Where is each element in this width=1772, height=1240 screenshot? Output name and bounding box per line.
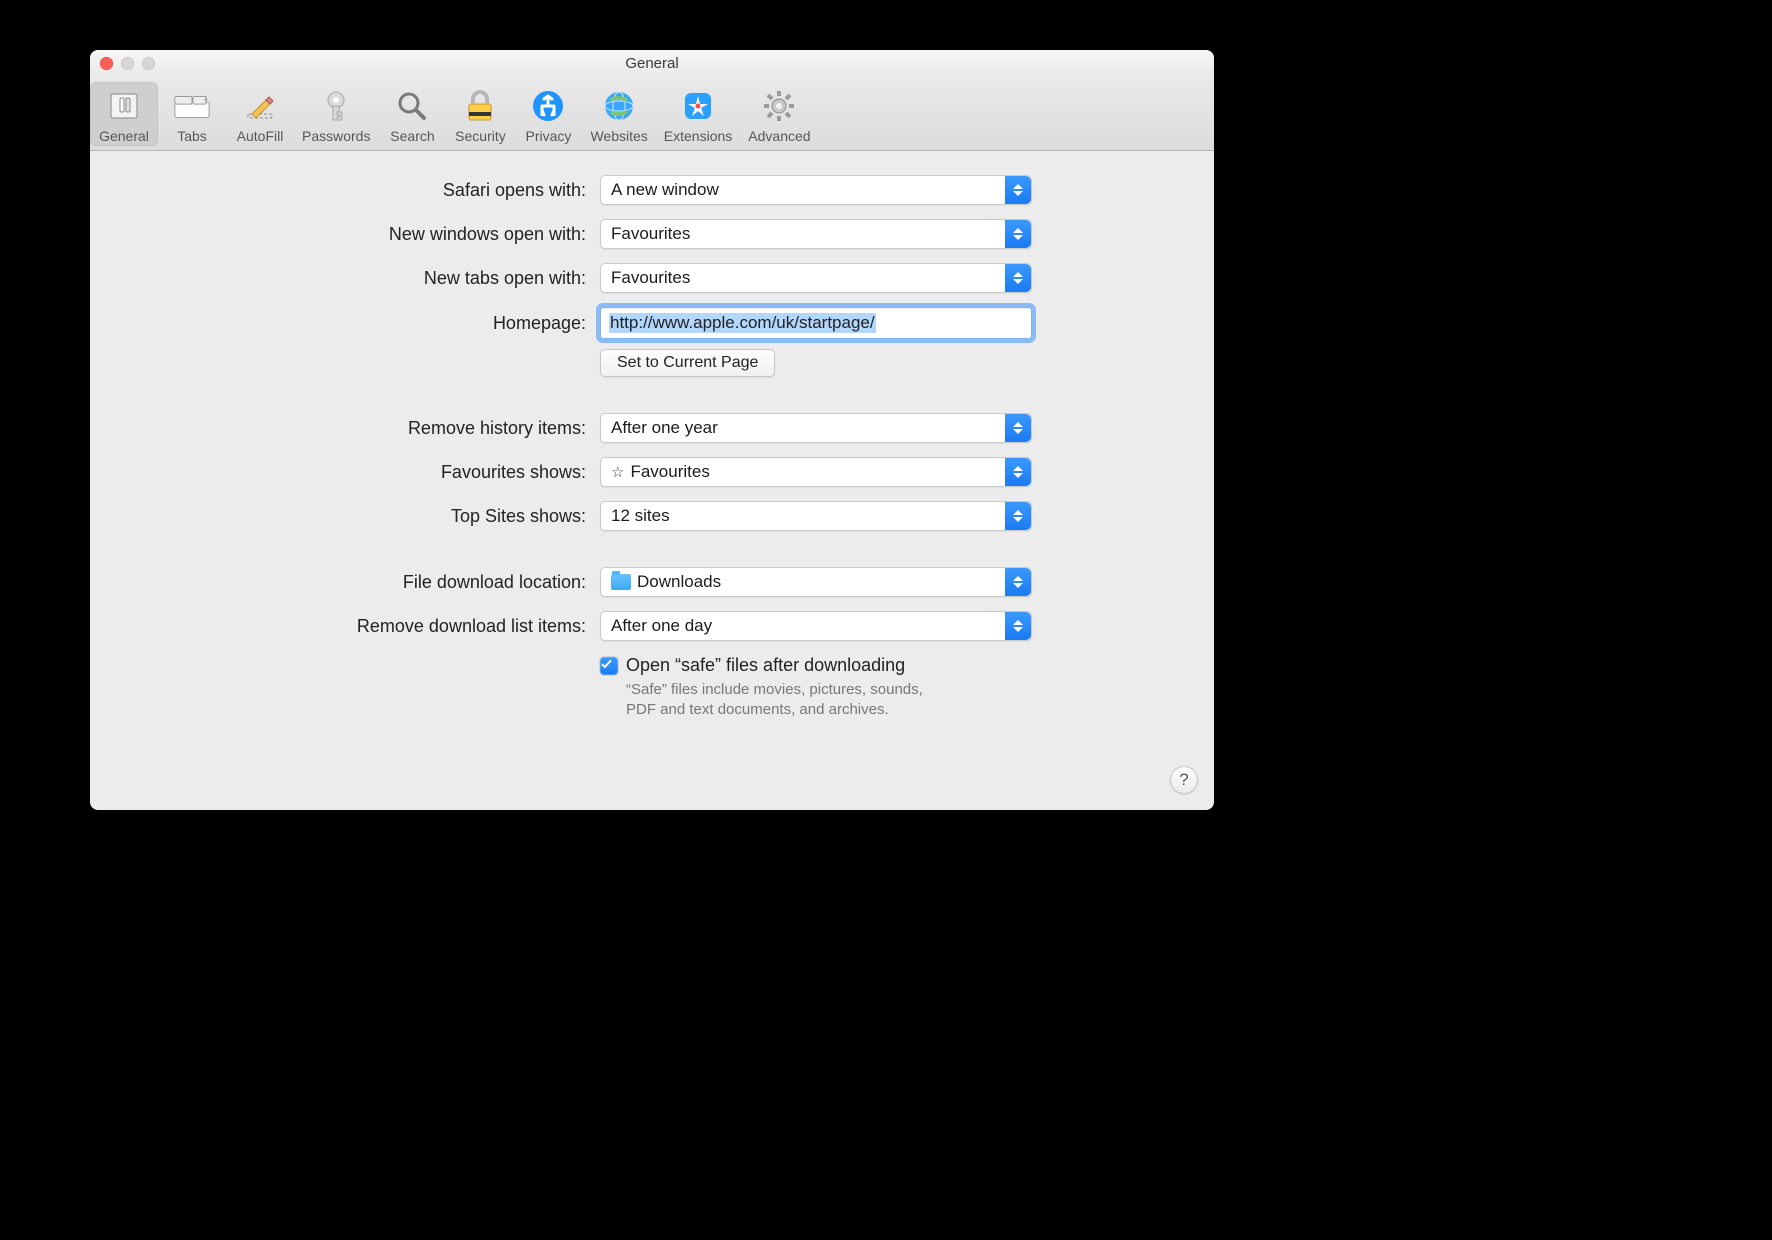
toolbar-tab-label: Passwords — [302, 128, 370, 144]
autofill-icon — [240, 86, 280, 126]
label-favourites-shows: Favourites shows: — [130, 462, 600, 483]
chevron-updown-icon — [1005, 176, 1031, 204]
toolbar-tab-label: General — [99, 128, 149, 144]
help-button[interactable]: ? — [1170, 766, 1198, 794]
popup-value: After one year — [611, 418, 718, 438]
chevron-updown-icon — [1005, 458, 1031, 486]
chevron-updown-icon — [1005, 414, 1031, 442]
popup-value: Favourites — [611, 224, 690, 244]
open-safe-files-description: “Safe” files include movies, pictures, s… — [626, 680, 946, 721]
popup-top-sites-shows[interactable]: 12 sites — [600, 501, 1032, 531]
security-icon — [460, 86, 500, 126]
chevron-updown-icon — [1005, 264, 1031, 292]
popup-value: Favourites — [630, 462, 709, 482]
toolbar-tab-label: Tabs — [177, 128, 207, 144]
svg-text:+: + — [203, 95, 208, 104]
popup-value: After one day — [611, 616, 712, 636]
toolbar-tab-websites[interactable]: Websites — [582, 82, 655, 146]
preferences-toolbar: General + Tabs AutoFill — [90, 78, 1214, 151]
popup-value: Downloads — [637, 572, 721, 592]
titlebar: General — [90, 50, 1214, 78]
toolbar-tab-passwords[interactable]: Passwords — [294, 82, 378, 146]
popup-new-windows-open-with[interactable]: Favourites — [600, 219, 1032, 249]
search-icon — [392, 86, 432, 126]
window-controls — [100, 50, 155, 77]
advanced-icon — [759, 86, 799, 126]
popup-remove-download-list-items[interactable]: After one day — [600, 611, 1032, 641]
label-homepage: Homepage: — [130, 313, 600, 334]
toolbar-tab-label: Privacy — [526, 128, 572, 144]
preferences-body: Safari opens with: A new window New wind… — [90, 151, 1214, 759]
popup-new-tabs-open-with[interactable]: Favourites — [600, 263, 1032, 293]
tabs-icon: + — [172, 86, 212, 126]
toolbar-tab-label: Search — [390, 128, 434, 144]
preferences-window: General General + Tab — [90, 50, 1214, 810]
toolbar-tab-label: AutoFill — [237, 128, 284, 144]
label-safari-opens-with: Safari opens with: — [130, 180, 600, 201]
input-homepage[interactable]: http://www.apple.com/uk/startpage/ — [600, 307, 1032, 339]
popup-safari-opens-with[interactable]: A new window — [600, 175, 1032, 205]
popup-value: 12 sites — [611, 506, 670, 526]
label-top-sites-shows: Top Sites shows: — [130, 506, 600, 527]
toolbar-tab-tabs[interactable]: + Tabs — [158, 82, 226, 146]
toolbar-tab-autofill[interactable]: AutoFill — [226, 82, 294, 146]
popup-favourites-shows[interactable]: ☆ Favourites — [600, 457, 1032, 487]
label-new-tabs-open-with: New tabs open with: — [130, 268, 600, 289]
chevron-updown-icon — [1005, 568, 1031, 596]
chevron-updown-icon — [1005, 612, 1031, 640]
minimize-icon[interactable] — [121, 57, 134, 70]
button-set-to-current-page[interactable]: Set to Current Page — [600, 349, 775, 377]
extensions-icon — [678, 86, 718, 126]
toolbar-tab-advanced[interactable]: Advanced — [740, 82, 818, 146]
toolbar-tab-general[interactable]: General — [90, 82, 158, 146]
window-title: General — [625, 55, 678, 72]
label-new-windows-open-with: New windows open with: — [130, 224, 600, 245]
toolbar-tab-label: Websites — [590, 128, 647, 144]
toolbar-tab-label: Security — [455, 128, 506, 144]
toolbar-tab-search[interactable]: Search — [378, 82, 446, 146]
close-icon[interactable] — [100, 57, 113, 70]
label-remove-history-items: Remove history items: — [130, 418, 600, 439]
toolbar-tab-security[interactable]: Security — [446, 82, 514, 146]
zoom-icon[interactable] — [142, 57, 155, 70]
toolbar-tab-label: Extensions — [664, 128, 732, 144]
toolbar-tab-label: Advanced — [748, 128, 810, 144]
toolbar-tab-extensions[interactable]: Extensions — [656, 82, 740, 146]
folder-icon — [611, 574, 631, 590]
general-icon — [104, 86, 144, 126]
popup-value: Favourites — [611, 268, 690, 288]
passwords-icon — [316, 86, 356, 126]
star-icon: ☆ — [611, 463, 624, 481]
websites-icon — [599, 86, 639, 126]
checkbox-open-safe-files[interactable] — [600, 657, 618, 675]
label-remove-download-list-items: Remove download list items: — [130, 616, 600, 637]
label-file-download-location: File download location: — [130, 572, 600, 593]
popup-file-download-location[interactable]: Downloads — [600, 567, 1032, 597]
privacy-icon — [528, 86, 568, 126]
popup-value: A new window — [611, 180, 719, 200]
toolbar-tab-privacy[interactable]: Privacy — [514, 82, 582, 146]
input-homepage-value: http://www.apple.com/uk/startpage/ — [609, 313, 876, 333]
checkbox-open-safe-files-label: Open “safe” files after downloading — [626, 655, 946, 676]
chevron-updown-icon — [1005, 502, 1031, 530]
popup-remove-history-items[interactable]: After one year — [600, 413, 1032, 443]
chevron-updown-icon — [1005, 220, 1031, 248]
